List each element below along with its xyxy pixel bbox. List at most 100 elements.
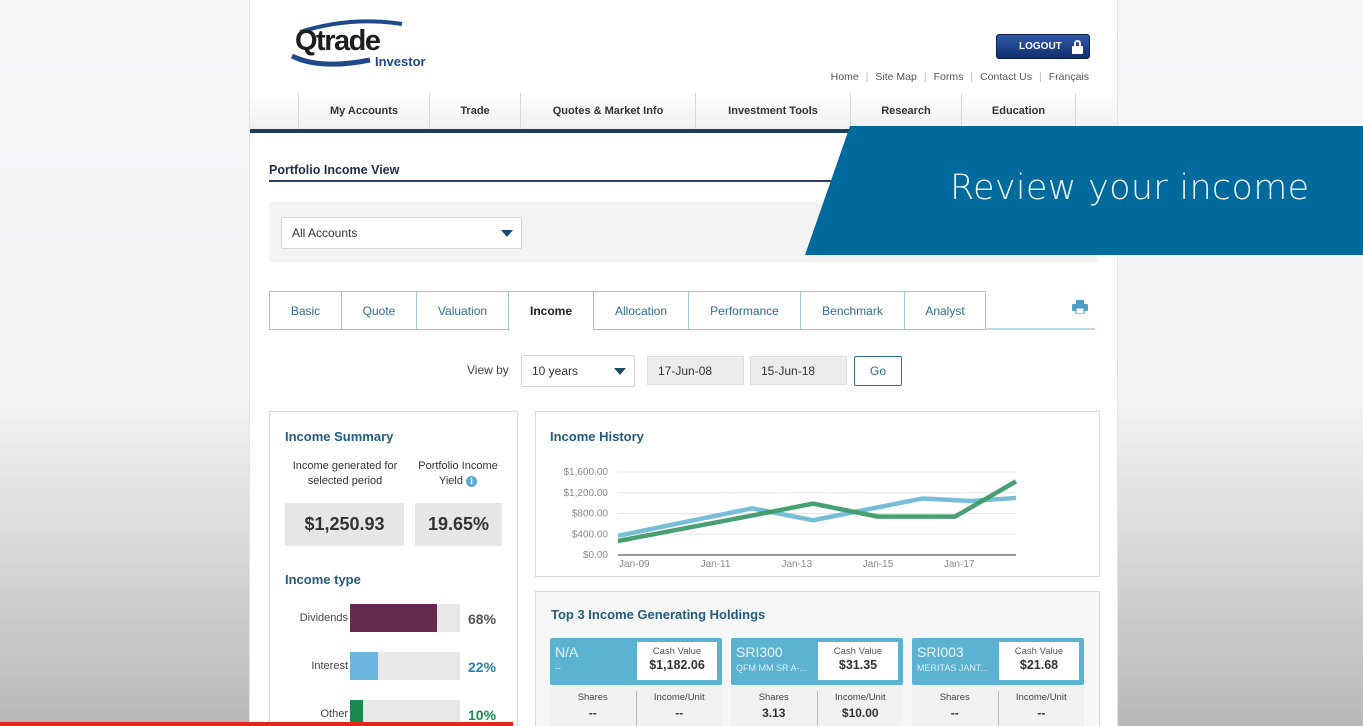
- view-by-label: View by: [467, 363, 509, 377]
- chevron-down-icon: [501, 230, 513, 237]
- tab-valuation[interactable]: Valuation: [416, 291, 508, 330]
- tab-performance[interactable]: Performance: [688, 291, 800, 330]
- period-select[interactable]: 10 years: [521, 355, 635, 387]
- tab-analyst[interactable]: Analyst: [904, 291, 986, 330]
- holding-symbol[interactable]: SRI300: [736, 644, 783, 660]
- holding-card[interactable]: N/A -- Cash Value $1,182.06 Shares -- Income/U…: [550, 638, 722, 726]
- income-type-row: Dividends 68%: [270, 604, 520, 634]
- holding-details: Shares 3.13 Income/Unit $10.00: [731, 685, 903, 726]
- nav-education[interactable]: Education: [961, 93, 1076, 129]
- y-tick-label: $0.00: [583, 550, 608, 561]
- cash-value-label: Cash Value: [1014, 646, 1064, 657]
- holding-card[interactable]: SRI300 QFM MM SR A-... Cash Value $31.35 Sha…: [731, 638, 903, 726]
- holding-symbol[interactable]: N/A: [555, 644, 578, 660]
- link-home[interactable]: Home: [831, 71, 859, 83]
- income-type-percent: 68%: [468, 611, 497, 627]
- x-tick-label: Jan-17: [944, 559, 975, 570]
- income-unit-label: Income/Unit: [834, 692, 886, 703]
- shares-column: Shares 3.13: [731, 685, 817, 726]
- info-icon[interactable]: i: [466, 475, 478, 487]
- income-type-label: Interest: [311, 660, 348, 672]
- holding-header: SRI003 MERITAS JANT... Cash Value $21.68: [912, 638, 1084, 685]
- income-type-label: Dividends: [299, 612, 348, 624]
- holding-card[interactable]: SRI003 MERITAS JANT... Cash Value $21.68 Sha…: [912, 638, 1084, 726]
- income-unit-value: $10.00: [841, 706, 879, 720]
- line-series-green: [617, 479, 1018, 544]
- income-unit-column: Income/Unit --: [635, 691, 723, 726]
- start-date-field[interactable]: 17-Jun-08: [647, 356, 744, 385]
- income-summary-title: Income Summary: [285, 429, 394, 444]
- shares-value: --: [950, 706, 959, 720]
- logout-button[interactable]: LOGOUT: [996, 34, 1090, 59]
- holding-name: --: [555, 663, 561, 673]
- income-unit-column: Income/Unit --: [997, 691, 1085, 726]
- shares-column: Shares --: [550, 685, 636, 726]
- holding-header: SRI300 QFM MM SR A-... Cash Value $31.35: [731, 638, 903, 685]
- y-tick-label: $800.00: [572, 509, 609, 520]
- x-tick-label: Jan-11: [701, 559, 731, 570]
- logo-text: Qtrade: [295, 25, 381, 57]
- print-icon[interactable]: [1072, 300, 1088, 314]
- x-tick-label: Jan-13: [781, 559, 812, 570]
- holding-name: QFM MM SR A-...: [736, 663, 807, 673]
- video-progress-bar[interactable]: [0, 722, 513, 726]
- qtrade-logo[interactable]: Qtrade Investor: [290, 18, 440, 73]
- account-select-value: All Accounts: [292, 226, 358, 240]
- x-tick-label: Jan-15: [863, 559, 894, 570]
- income-yield-label-text: Portfolio Income Yield: [418, 460, 498, 487]
- account-select[interactable]: All Accounts: [281, 217, 522, 249]
- shares-label: Shares: [939, 692, 970, 703]
- tab-quote[interactable]: Quote: [341, 291, 416, 330]
- income-unit-column: Income/Unit $10.00: [816, 691, 904, 726]
- link-francais[interactable]: Français: [1049, 71, 1089, 83]
- utility-links: Home | Site Map | Forms | Contact Us | Franç…: [830, 71, 1089, 83]
- income-type-title: Income type: [285, 572, 361, 587]
- holding-name: MERITAS JANT...: [917, 663, 988, 673]
- nav-trade[interactable]: Trade: [429, 93, 520, 129]
- link-forms[interactable]: Forms: [934, 71, 964, 83]
- nav-research[interactable]: Research: [850, 93, 961, 129]
- cash-value: $21.68: [1019, 658, 1059, 672]
- logo-subtext: Investor: [375, 54, 426, 69]
- shares-value: 3.13: [762, 706, 786, 720]
- income-type-row: Interest 22%: [270, 652, 520, 682]
- holding-symbol[interactable]: SRI003: [917, 644, 964, 660]
- tab-allocation[interactable]: Allocation: [593, 291, 688, 330]
- income-type-track: [350, 652, 460, 680]
- income-unit-label: Income/Unit: [1015, 692, 1067, 703]
- income-history-chart: $0.00 $400.00 $800.00 $1,200.00 $1,600.00 Jan…: [564, 467, 1018, 570]
- go-button[interactable]: Go: [854, 356, 902, 386]
- income-yield-label: Portfolio Income Yield i: [412, 459, 504, 489]
- top-holdings-title: Top 3 Income Generating Holdings: [551, 607, 766, 622]
- shares-label: Shares: [577, 692, 608, 703]
- income-unit-value: --: [675, 706, 684, 720]
- top-holdings-card: Top 3 Income Generating Holdings N/A -- Ca…: [535, 591, 1100, 726]
- link-site-map[interactable]: Site Map: [875, 71, 916, 83]
- page-container: Qtrade Investor LOGOUT Home | Site Map | F…: [249, 0, 1118, 726]
- nav-investment-tools[interactable]: Investment Tools: [695, 93, 850, 129]
- y-tick-label: $400.00: [572, 529, 609, 540]
- tab-income[interactable]: Income: [508, 291, 593, 332]
- shares-column: Shares --: [912, 685, 998, 726]
- nav-my-accounts[interactable]: My Accounts: [298, 93, 429, 129]
- cash-value: $1,182.06: [649, 658, 705, 672]
- x-tick-label: Jan-09: [619, 559, 650, 570]
- income-history-card: Income History $0.00 $400.00 $800.00 $1,200…: [535, 411, 1100, 577]
- cash-value-label: Cash Value: [833, 646, 883, 657]
- review-income-banner: Review your income: [805, 126, 1363, 255]
- period-select-value: 10 years: [532, 364, 579, 378]
- tab-benchmark[interactable]: Benchmark: [800, 291, 904, 330]
- income-unit-value: --: [1037, 706, 1046, 720]
- end-date-field[interactable]: 15-Jun-18: [750, 356, 847, 385]
- holding-header: N/A -- Cash Value $1,182.06: [550, 638, 722, 685]
- income-type-percent: 10%: [468, 707, 497, 723]
- y-tick-label: $1,200.00: [564, 488, 609, 499]
- link-contact-us[interactable]: Contact Us: [980, 71, 1032, 83]
- y-tick-label: $1,600.00: [564, 467, 609, 478]
- nav-quotes-market-info[interactable]: Quotes & Market Info: [520, 93, 695, 129]
- income-unit-label: Income/Unit: [653, 692, 705, 703]
- holding-cash-box: Cash Value $31.35: [818, 642, 898, 680]
- income-type-bar: [350, 604, 437, 632]
- tab-basic[interactable]: Basic: [269, 291, 341, 330]
- income-yield-value: 19.65%: [415, 503, 502, 546]
